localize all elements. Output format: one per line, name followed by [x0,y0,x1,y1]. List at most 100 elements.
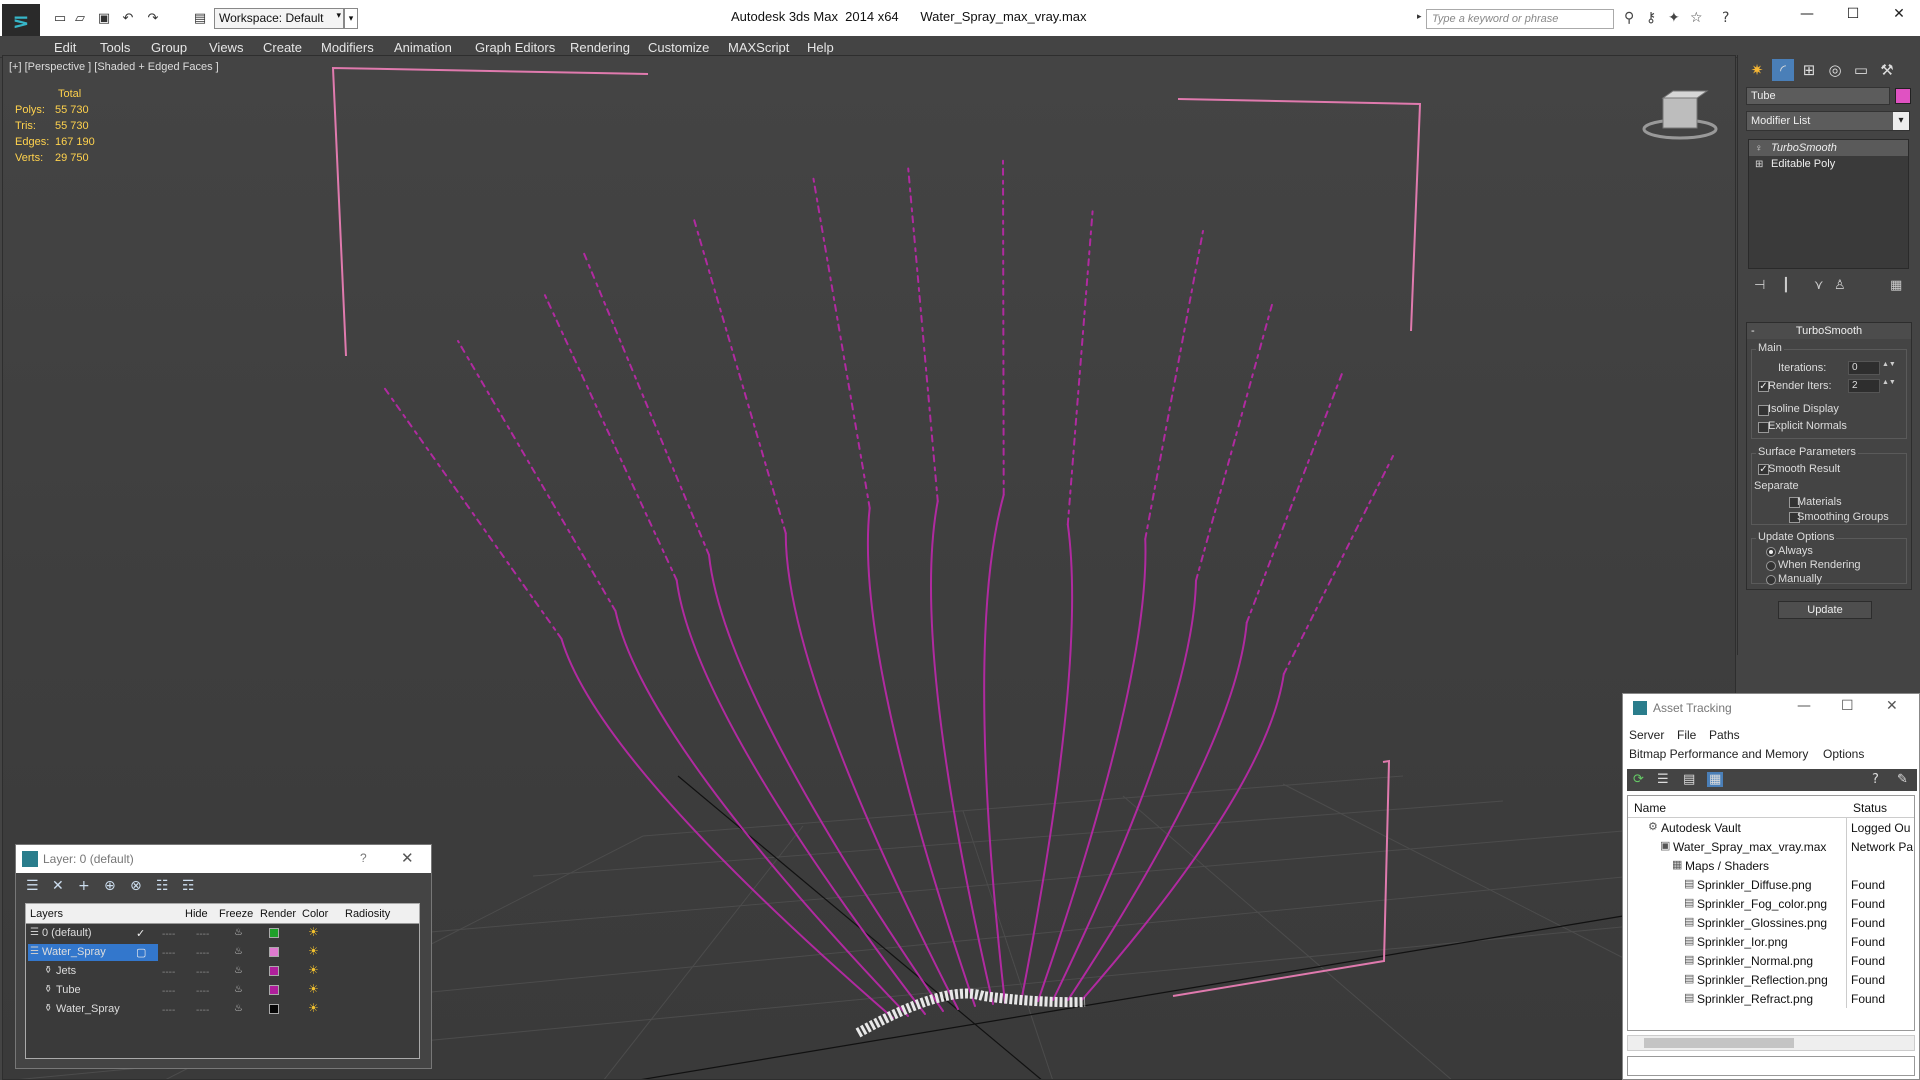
expand-plus-icon[interactable]: ⊞ [1755,157,1763,173]
menu-tools[interactable]: Tools [100,40,130,55]
layer-row[interactable]: ☰ Water_Spray ▢ ---- ---- ♨ ☀ [26,943,419,962]
layer-color-swatch[interactable] [269,985,279,995]
menu-edit[interactable]: Edit [54,40,76,55]
menu-create[interactable]: Create [263,40,302,55]
viewport-label[interactable]: [+] [Perspective ] [Shaded + Edged Faces… [9,61,219,73]
show-end-result-icon[interactable]: ┃ [1782,278,1790,293]
layer-name[interactable]: Jets [56,965,76,977]
stack-item-editable-poly[interactable]: ⊞ Editable Poly [1749,156,1908,172]
open-file-icon[interactable]: ▱ [72,11,88,27]
highlight-layer-icon[interactable]: ⊗ [130,878,142,894]
col-hide[interactable]: Hide [185,908,208,920]
make-unique-icon[interactable]: ⋎ [1814,278,1824,293]
create-tab-icon[interactable]: ✷ [1746,59,1768,81]
motion-tab-icon[interactable]: ◎ [1824,59,1846,81]
col-radiosity[interactable]: Radiosity [345,908,390,920]
object-name-field[interactable]: Tube [1746,87,1890,105]
close-icon[interactable]: ✕ [1886,698,1898,714]
rollout-header[interactable]: - TurboSmooth [1747,323,1911,339]
binoculars-icon[interactable]: ⚲ [1624,10,1634,26]
display-tab-icon[interactable]: ▭ [1850,59,1872,81]
radiosity-icon[interactable]: ☀ [308,925,319,939]
menu-animation[interactable]: Animation [394,40,452,55]
workspace-menu-button[interactable]: ▾ [344,8,358,29]
minimize-button[interactable]: — [1792,6,1822,26]
asset-row[interactable]: ▤ Sprinkler_Ior.png Found [1628,932,1914,951]
save-icon[interactable]: ▣ [96,11,112,27]
subscription-icon[interactable]: ⚷ [1646,10,1656,26]
menu-paths[interactable]: Paths [1709,728,1740,742]
workspace-dropdown[interactable]: Workspace: Default ▾ [214,8,344,29]
freeze-toggle[interactable]: ---- [196,929,209,940]
layer-dialog-titlebar[interactable]: Layer: 0 (default) ? ✕ [16,845,431,873]
add-to-layer-icon[interactable]: + [78,878,90,894]
set-current-layer-icon[interactable]: ▢ [136,946,146,959]
modifier-list-dropdown[interactable]: Modifier List ▾ [1746,111,1910,131]
freeze-all-layers-icon[interactable]: ☶ [182,878,195,894]
list-view-icon[interactable]: ☰ [1657,772,1669,787]
menu-customize[interactable]: Customize [648,40,709,55]
hide-toggle[interactable]: ---- [162,1005,175,1016]
table-view-icon[interactable]: ▦ [1707,772,1724,787]
asset-row[interactable]: ▤ Sprinkler_Refract.png Found [1628,989,1914,1008]
radiosity-icon[interactable]: ☀ [308,944,319,958]
help-button[interactable]: ? [360,851,367,865]
col-render[interactable]: Render [260,908,296,920]
select-objects-icon[interactable]: ⊕ [104,878,116,894]
hide-all-layers-icon[interactable]: ☷ [156,878,169,894]
update-button[interactable]: Update [1778,601,1872,619]
object-color-swatch[interactable] [1895,88,1911,104]
layer-color-swatch[interactable] [269,947,279,957]
col-color[interactable]: Color [302,908,328,920]
asset-row[interactable]: ▦ Maps / Shaders [1628,856,1914,875]
menu-file[interactable]: File [1677,728,1696,742]
menu-options[interactable]: Options [1823,747,1864,761]
layer-row[interactable]: ⚱ Water_Spray ---- ---- ♨ ☀ [26,1000,419,1019]
pin-stack-icon[interactable]: ⊣ [1754,278,1765,293]
create-layer-icon[interactable]: ☰ [26,878,39,894]
manually-radio[interactable] [1766,575,1776,585]
layer-row[interactable]: ⚱ Jets ---- ---- ♨ ☀ [26,962,419,981]
layer-name[interactable]: 0 (default) [42,927,92,939]
maximize-button[interactable]: ☐ [1838,6,1868,26]
asset-row[interactable]: ▤ Sprinkler_Diffuse.png Found [1628,875,1914,894]
horizontal-scrollbar[interactable] [1627,1035,1915,1051]
hide-toggle[interactable]: ---- [162,986,175,997]
menu-modifiers[interactable]: Modifiers [321,40,374,55]
render-teapot-icon[interactable]: ♨ [234,927,243,938]
freeze-toggle[interactable]: ---- [196,948,209,959]
layer-name[interactable]: Water_Spray [56,1003,120,1015]
col-status[interactable]: Status [1853,801,1887,815]
communication-icon[interactable]: ✦ [1668,10,1680,26]
current-layer-check-icon[interactable]: ✓ [136,927,145,940]
col-layers[interactable]: Layers [30,908,63,920]
col-freeze[interactable]: Freeze [219,908,253,920]
viewcube-icon[interactable] [1642,90,1718,140]
asset-row[interactable]: ⚙ Autodesk Vault Logged Ou [1628,818,1914,837]
refresh-icon[interactable]: ⟳ [1633,772,1644,787]
settings-icon[interactable]: ✎ [1897,772,1908,787]
layer-color-swatch[interactable] [269,1004,279,1014]
layer-name[interactable]: Tube [56,984,81,996]
menu-server[interactable]: Server [1629,728,1664,742]
asset-row[interactable]: ▤ Sprinkler_Glossines.png Found [1628,913,1914,932]
remove-modifier-icon[interactable]: ♙ [1834,278,1846,293]
help-icon[interactable]: ? [1872,772,1879,787]
new-file-icon[interactable]: ▭ [52,11,68,27]
freeze-toggle[interactable]: ---- [196,967,209,978]
menu-graph-editors[interactable]: Graph Editors [475,40,555,55]
thumbnail-view-icon[interactable]: ▤ [1683,772,1695,787]
lightbulb-icon[interactable]: ♀ [1755,141,1763,157]
spinner-arrows-icon[interactable]: ▲▼ [1882,379,1896,393]
search-input[interactable]: Type a keyword or phrase [1426,9,1614,29]
hide-toggle[interactable]: ---- [162,967,175,978]
menu-help[interactable]: Help [807,40,834,55]
render-teapot-icon[interactable]: ♨ [234,984,243,995]
layer-row[interactable]: ☰ 0 (default) ✓ ---- ---- ♨ ☀ [26,924,419,943]
menu-views[interactable]: Views [209,40,243,55]
always-radio[interactable] [1766,547,1776,557]
hide-toggle[interactable]: ---- [162,948,175,959]
asset-row[interactable]: ▤ Sprinkler_Reflection.png Found [1628,970,1914,989]
menu-maxscript[interactable]: MAXScript [728,40,789,55]
col-name[interactable]: Name [1634,801,1666,815]
